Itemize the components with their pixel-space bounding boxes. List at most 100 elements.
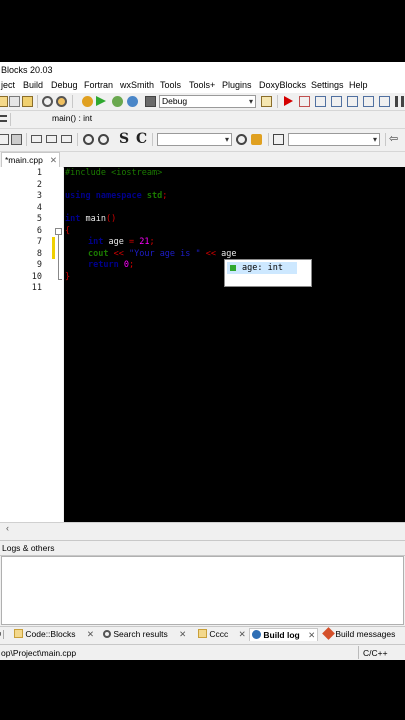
tab-main-cpp-label: *main.cpp: [5, 155, 43, 165]
back-arrow-icon[interactable]: ⇦: [389, 132, 398, 145]
zoom-out-icon[interactable]: [98, 134, 109, 145]
menu-debug[interactable]: Debug: [51, 80, 78, 90]
open-icon[interactable]: [0, 96, 8, 107]
logs-panel-header: Logs & others: [0, 540, 405, 556]
code-token: age: [108, 237, 124, 247]
goto-icon[interactable]: [273, 134, 284, 145]
debug-start-icon[interactable]: [284, 96, 293, 106]
menu-plugins[interactable]: Plugins: [222, 80, 252, 90]
block-icon[interactable]: [0, 134, 9, 145]
code-token: ;: [128, 260, 135, 270]
zoom-in-icon[interactable]: [83, 134, 94, 145]
fold-minus-icon[interactable]: [55, 228, 62, 235]
code-token: using: [65, 191, 91, 201]
block-select-icon[interactable]: [11, 134, 22, 145]
scope-select[interactable]: main() : int: [50, 113, 405, 126]
codeblocks-window: Blocks 20.03 ject Build Debug Fortran wx…: [0, 62, 405, 660]
code-token: std: [146, 191, 163, 201]
close-icon[interactable]: ✕: [87, 629, 94, 639]
toolbar-editor: S C ▾ ▾ ⇦: [0, 129, 405, 152]
change-marker: [52, 237, 55, 259]
tab-build-messages[interactable]: Build messages: [322, 627, 396, 641]
paste-icon[interactable]: [22, 96, 33, 107]
search-combo[interactable]: ▾: [157, 133, 232, 146]
menu-tools-plus[interactable]: Tools+: [189, 80, 215, 90]
selection-c-icon[interactable]: C: [136, 131, 147, 147]
uncomment-icon[interactable]: [46, 135, 57, 143]
code-token: =: [128, 237, 135, 247]
menu-settings[interactable]: Settings: [311, 80, 344, 90]
build-and-run-icon[interactable]: [112, 96, 123, 107]
scroll-left-icon[interactable]: ◂: [0, 629, 1, 638]
line-number: 2: [36, 180, 42, 190]
tab-label: Code::Blocks: [25, 629, 76, 639]
menu-help[interactable]: Help: [349, 80, 368, 90]
toolbar-separator: [268, 133, 269, 146]
tab-build-log[interactable]: Build log ✕: [249, 628, 318, 641]
run-to-cursor-icon[interactable]: [299, 96, 310, 107]
run-icon[interactable]: [96, 96, 106, 106]
find-icon[interactable]: [42, 96, 53, 107]
build-log-output[interactable]: [1, 556, 404, 625]
search-icon[interactable]: [236, 134, 247, 145]
tab-label: Build messages: [335, 629, 396, 639]
selection-s-icon[interactable]: S: [119, 131, 129, 147]
chevron-left-icon[interactable]: ‹: [6, 523, 9, 533]
build-options-icon[interactable]: [261, 96, 272, 107]
tab-cccc[interactable]: Cccc ✕: [198, 628, 246, 641]
toggle-comment-icon[interactable]: [61, 135, 72, 143]
line-number: 6: [36, 226, 42, 236]
code-token: }: [65, 272, 71, 282]
chevron-down-icon: ▾: [224, 135, 229, 144]
line-number: 4: [36, 203, 42, 213]
toolbar-separator: [277, 95, 278, 108]
chevron-down-icon: ▾: [372, 135, 377, 144]
step-into-icon[interactable]: [331, 96, 342, 107]
code-token: int: [65, 214, 81, 224]
code-editor[interactable]: #include <iostream> using namespace std;…: [64, 167, 405, 522]
fold-line: [58, 235, 59, 279]
variable-icon: [230, 265, 236, 271]
line-number: 7: [36, 237, 42, 247]
chevron-down-icon: ▾: [248, 97, 253, 106]
tab-label: Search results: [113, 629, 168, 639]
comment-icon[interactable]: [31, 135, 42, 143]
next-line-icon[interactable]: [315, 96, 326, 107]
toolbar-separator: [77, 133, 78, 146]
editor-tab-bar: *main.cpp ✕: [0, 152, 405, 168]
replace-icon[interactable]: [56, 96, 67, 107]
menu-project[interactable]: ject: [1, 80, 15, 90]
build-target-value: Debug: [162, 96, 188, 106]
abort-icon[interactable]: [145, 96, 156, 107]
menu-icon[interactable]: [0, 115, 7, 122]
scope-value: main() : int: [52, 113, 93, 123]
close-icon[interactable]: ✕: [308, 630, 315, 640]
menu-doxyblocks[interactable]: DoxyBlocks: [259, 80, 306, 90]
build-gear-icon[interactable]: [82, 96, 93, 107]
tab-search-results[interactable]: Search results ✕: [103, 628, 186, 641]
menu-tools[interactable]: Tools: [160, 80, 181, 90]
next-instruction-icon[interactable]: [363, 96, 374, 107]
autocomplete-item[interactable]: age: int: [227, 262, 297, 274]
symbol-combo[interactable]: ▾: [288, 133, 380, 146]
editor-horizontal-scrollbar[interactable]: ‹: [0, 522, 405, 535]
menu-fortran[interactable]: Fortran: [84, 80, 113, 90]
copy-icon[interactable]: [9, 96, 20, 107]
line-number-gutter: 1 2 3 4 5 6 7 8 9 10 11: [0, 167, 63, 522]
rebuild-icon[interactable]: [127, 96, 138, 107]
step-instruction-icon[interactable]: [379, 96, 390, 107]
code-token: int: [88, 237, 104, 247]
log-icon: [198, 629, 207, 638]
pause-icon[interactable]: [395, 96, 404, 107]
close-icon[interactable]: ✕: [239, 629, 246, 639]
close-icon[interactable]: ✕: [50, 153, 57, 167]
settings-icon[interactable]: [251, 134, 262, 145]
build-target-select[interactable]: Debug ▾: [159, 95, 256, 108]
tab-codeblocks-log[interactable]: Code::Blocks ✕: [14, 628, 94, 641]
step-out-icon[interactable]: [347, 96, 358, 107]
menu-build[interactable]: Build: [23, 80, 43, 90]
menu-wxsmith[interactable]: wxSmith: [120, 80, 154, 90]
code-token: age: [221, 249, 237, 259]
tab-main-cpp[interactable]: *main.cpp ✕: [1, 152, 60, 167]
close-icon[interactable]: ✕: [179, 629, 186, 639]
